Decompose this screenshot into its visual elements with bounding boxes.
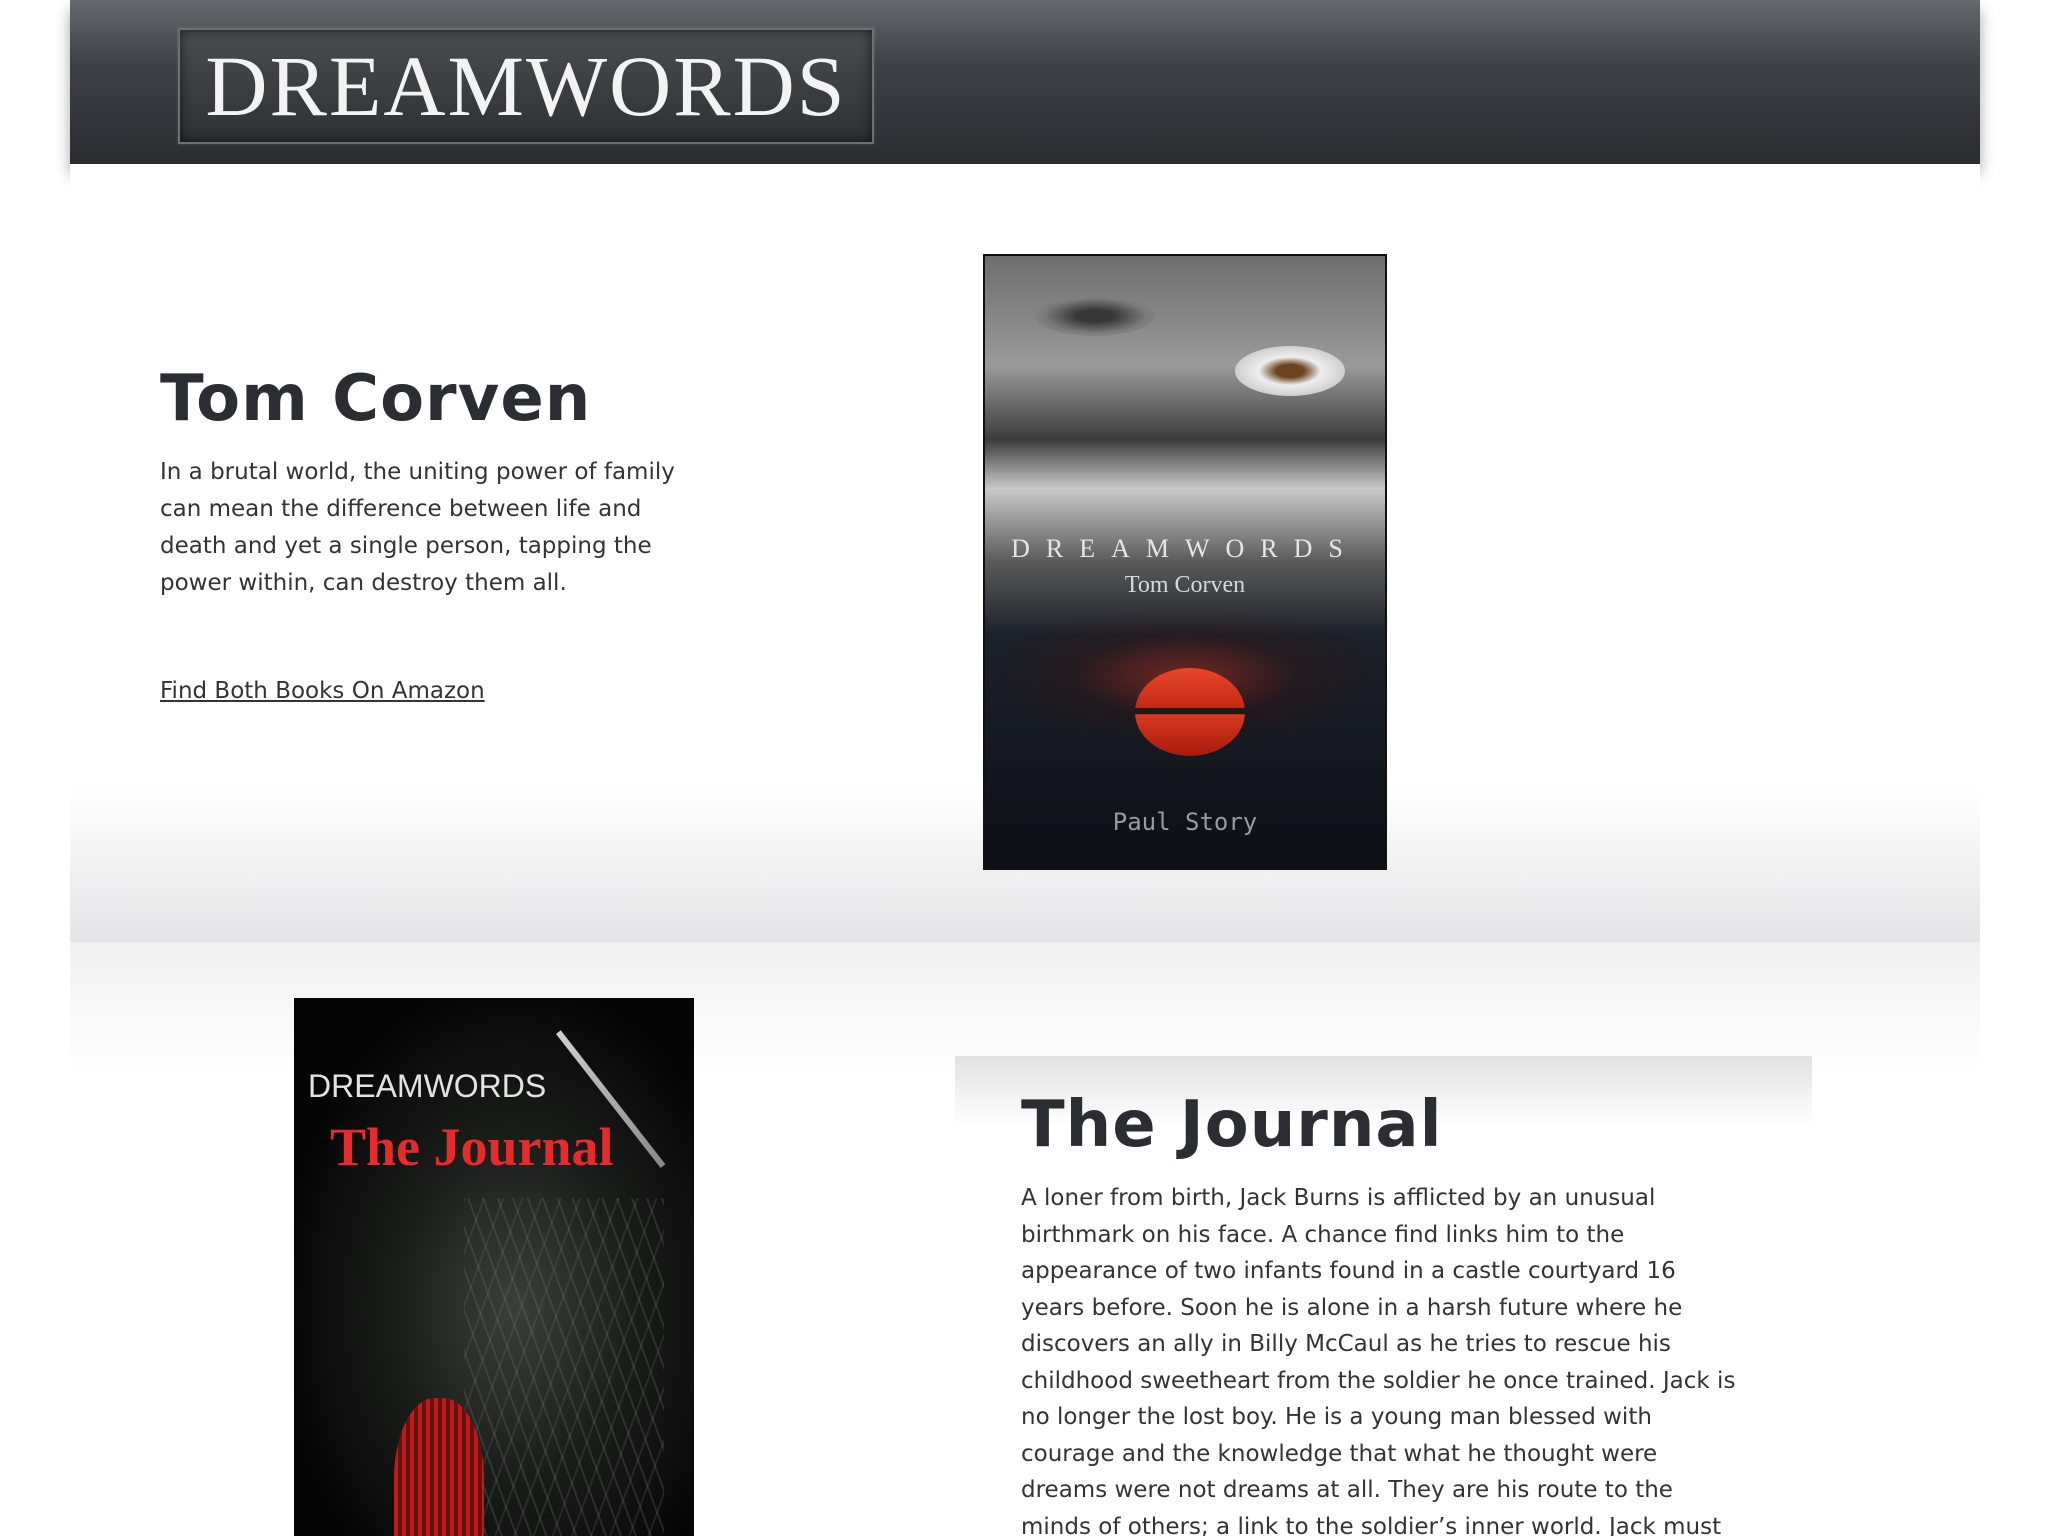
book-title: The Journal [1021,1088,1443,1162]
book-title: Tom Corven [160,362,592,436]
cover-series-title: DREAMWORDS [1011,534,1359,563]
book-cover-tom-corven[interactable]: DREAMWORDS Tom Corven Paul Story [983,254,1387,870]
site-logo[interactable]: DREAMWORDS [178,28,874,144]
cover-eye-art [1235,346,1345,396]
cover-eye-art [1035,296,1155,336]
cover-author: Paul Story [1112,808,1258,836]
cover-tree-art [464,1198,664,1536]
page: DREAMWORDS Tom Corven In a brutal world,… [0,0,2048,1536]
book-section-tom-corven: Tom Corven In a brutal world, the unitin… [70,164,1980,942]
cover-book-title: The Journal [330,1117,614,1177]
book-cover-the-journal[interactable]: DREAMWORDS The Journal [294,998,694,1536]
cover-sun-art [1135,668,1245,756]
book-description: A loner from birth, Jack Burns is afflic… [1021,1185,1736,1536]
cover-figure-art [394,1398,484,1536]
site-header: DREAMWORDS [70,0,1980,164]
cover-series-title: DREAMWORDS [308,1068,547,1104]
book-description: In a brutal world, the uniting power of … [160,459,675,596]
amazon-link[interactable]: Find Both Books On Amazon [160,678,485,704]
site-frame: DREAMWORDS Tom Corven In a brutal world,… [70,0,1980,1536]
cover-book-title: Tom Corven [1124,572,1246,598]
